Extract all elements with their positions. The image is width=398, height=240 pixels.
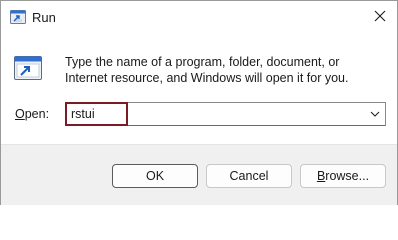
browse-label-rest: rowse... bbox=[325, 169, 370, 183]
title-bar: Run bbox=[1, 1, 397, 33]
browse-button[interactable]: Browse... bbox=[300, 164, 386, 188]
chevron-down-icon[interactable] bbox=[368, 107, 382, 121]
open-label-access-key: O bbox=[15, 107, 25, 121]
run-dialog: Run Type the name of a program, folder, … bbox=[0, 0, 398, 205]
open-label: Open: bbox=[15, 107, 49, 121]
browse-access-key: B bbox=[316, 169, 326, 183]
window-title: Run bbox=[32, 10, 56, 25]
close-button[interactable] bbox=[363, 1, 397, 33]
close-icon bbox=[374, 10, 386, 25]
open-combobox[interactable]: rstui bbox=[65, 102, 386, 126]
ok-button[interactable]: OK bbox=[112, 164, 198, 188]
description-text: Type the name of a program, folder, docu… bbox=[65, 55, 349, 85]
button-bar: OK Cancel Browse... bbox=[1, 144, 397, 205]
run-icon bbox=[10, 10, 26, 24]
input-highlight-box bbox=[65, 102, 128, 126]
cancel-button[interactable]: Cancel bbox=[206, 164, 292, 188]
run-large-icon bbox=[14, 56, 42, 80]
open-label-rest: pen: bbox=[24, 107, 50, 121]
